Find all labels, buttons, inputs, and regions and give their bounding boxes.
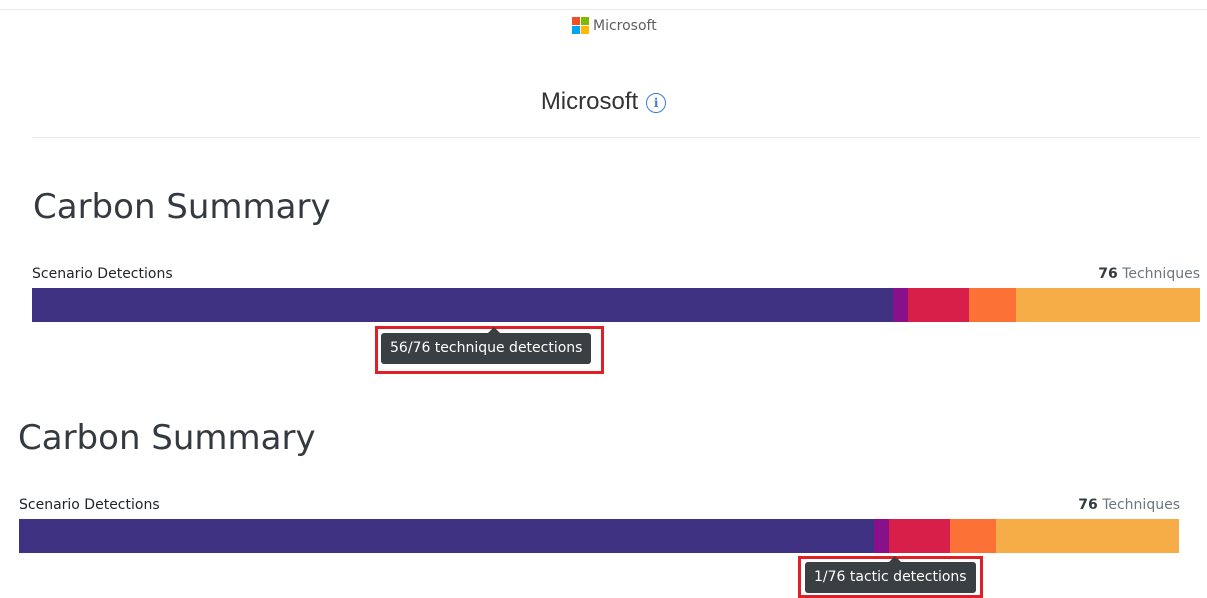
- org-name: Microsoft: [540, 88, 639, 115]
- microsoft-logo: Microsoft: [572, 17, 657, 34]
- tooltip-text: 56/76 technique detections: [390, 340, 583, 356]
- techniques-count: 76 Techniques: [1098, 266, 1200, 282]
- tooltip-text: 1/76 tactic detections: [814, 569, 967, 585]
- logo-text: Microsoft: [593, 17, 657, 34]
- none-segment[interactable]: [1015, 288, 1200, 322]
- detected-segment[interactable]: [19, 519, 874, 553]
- telemetry-segment[interactable]: [969, 288, 1016, 322]
- tactic-segment[interactable]: [873, 519, 889, 553]
- detected-segment[interactable]: [32, 288, 893, 322]
- detections-tooltip: 1/76 tactic detections: [805, 556, 976, 593]
- logo-square-blue: [572, 26, 580, 34]
- info-circle-icon[interactable]: i: [646, 93, 667, 113]
- top-divider: [0, 9, 1207, 10]
- tooltip-arrow: [488, 327, 500, 333]
- techniques-count: 76 Techniques: [1078, 497, 1180, 513]
- section-title: Carbon Summary: [18, 418, 316, 458]
- logo-square-yellow: [581, 26, 589, 34]
- bar-label: Scenario Detections: [32, 266, 173, 282]
- techniques-count-number: 76: [1098, 266, 1118, 282]
- title-divider: [32, 137, 1200, 138]
- techniques-count-suffix: Techniques: [1117, 266, 1200, 282]
- techniques-count-suffix: Techniques: [1097, 497, 1180, 513]
- none-segment[interactable]: [995, 519, 1179, 553]
- page-title: Microsoft i: [0, 88, 1207, 116]
- tooltip-arrow: [889, 556, 901, 562]
- general-segment[interactable]: [888, 519, 951, 553]
- bar-label: Scenario Detections: [19, 497, 160, 513]
- detections-tooltip: 56/76 technique detections: [381, 327, 592, 364]
- logo-square-red: [572, 17, 580, 25]
- telemetry-segment[interactable]: [950, 519, 996, 553]
- section-title: Carbon Summary: [33, 187, 331, 227]
- detections-bar: [19, 519, 1179, 553]
- logo-square-green: [581, 17, 589, 25]
- detections-bar: [32, 288, 1200, 322]
- tactic-segment[interactable]: [892, 288, 908, 322]
- microsoft-logo-icon: [572, 17, 589, 34]
- general-segment[interactable]: [907, 288, 970, 322]
- techniques-count-number: 76: [1078, 497, 1098, 513]
